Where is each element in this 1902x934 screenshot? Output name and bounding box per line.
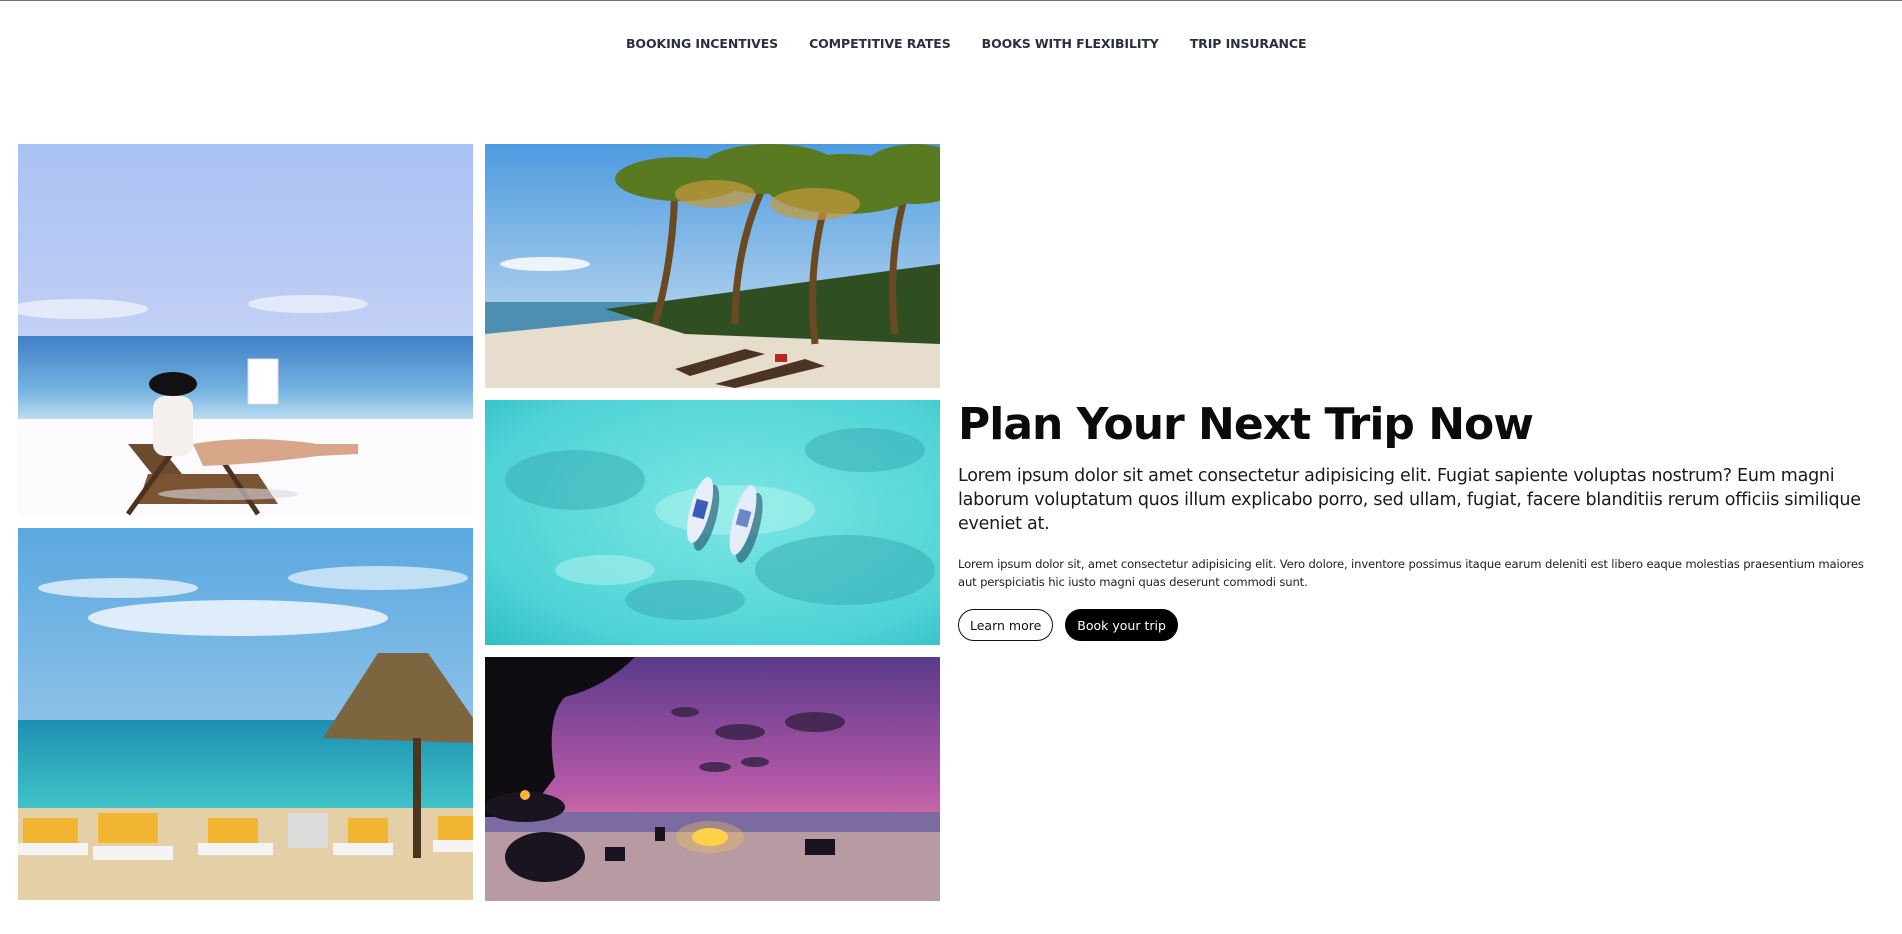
photo-turquoise-boats: [485, 400, 940, 645]
top-nav: BOOKING INCENTIVES COMPETITIVE RATES BOO…: [626, 33, 1307, 53]
photo-beach-lounger-reading: [18, 144, 473, 516]
page-title: Plan Your Next Trip Now: [958, 399, 1534, 450]
nav-item-competitive-rates[interactable]: COMPETITIVE RATES: [809, 36, 951, 51]
hero-body-paragraph: Lorem ipsum dolor sit, amet consectetur …: [958, 557, 1864, 589]
photo-sunset-beach: [485, 657, 940, 901]
nav-item-books-with-flexibility[interactable]: BOOKS WITH FLEXIBILITY: [982, 36, 1159, 51]
nav-item-booking-incentives[interactable]: BOOKING INCENTIVES: [626, 36, 778, 51]
hero-content: Plan Your Next Trip Now Lorem ipsum dolo…: [958, 398, 1883, 641]
hero-buttons: Learn more Book your trip: [958, 609, 1883, 641]
photo-beach-umbrella-chairs: [18, 528, 473, 900]
nav-item-trip-insurance[interactable]: TRIP INSURANCE: [1190, 36, 1307, 51]
learn-more-button[interactable]: Learn more: [958, 609, 1054, 641]
photo-palm-beach: [485, 144, 940, 388]
hero-lead-paragraph: Lorem ipsum dolor sit amet consectetur a…: [958, 466, 1861, 534]
top-border: [0, 0, 1902, 1]
book-trip-button[interactable]: Book your trip: [1065, 609, 1178, 641]
